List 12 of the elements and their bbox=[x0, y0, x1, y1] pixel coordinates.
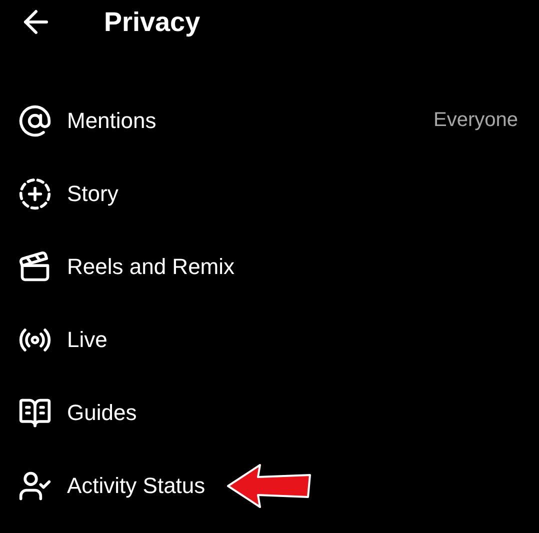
settings-item[interactable]: Mentions Everyone bbox=[0, 84, 539, 157]
page-title: Privacy bbox=[104, 6, 200, 38]
clapperboard-icon bbox=[18, 250, 52, 284]
left-arrow-icon bbox=[226, 462, 312, 510]
dashed-plus-circle-icon bbox=[18, 176, 52, 210]
settings-item[interactable]: Reels and Remix bbox=[0, 230, 539, 303]
settings-item[interactable]: Activity Status bbox=[0, 449, 539, 522]
at-sign-icon bbox=[18, 104, 52, 138]
setting-value: Everyone bbox=[434, 109, 518, 132]
settings-item[interactable]: Guides bbox=[0, 376, 539, 449]
settings-item[interactable]: Story bbox=[0, 157, 539, 230]
settings-item[interactable]: Live bbox=[0, 303, 539, 376]
